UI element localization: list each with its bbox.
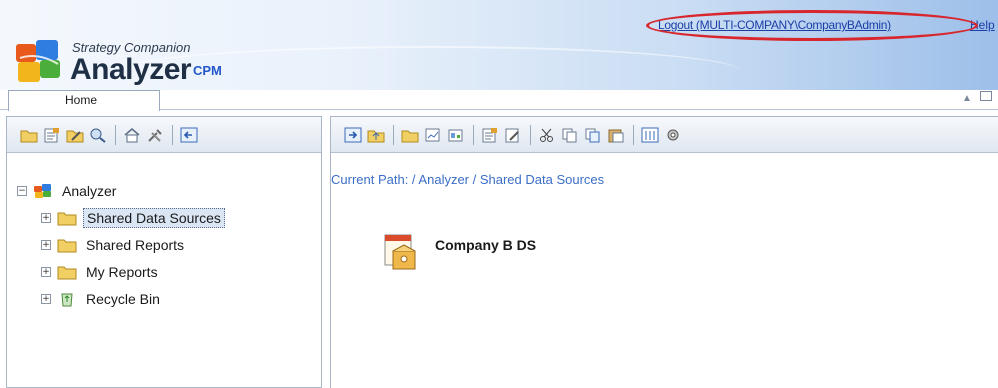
back-icon[interactable]	[179, 125, 199, 145]
folder-icon	[57, 239, 77, 252]
copy-to-icon[interactable]	[583, 125, 603, 145]
data-source-label: Company B DS	[435, 237, 537, 253]
restore-icon[interactable]	[980, 91, 992, 101]
tree-label: Recycle Bin	[86, 290, 160, 307]
tree-label: Analyzer	[62, 182, 117, 199]
tree-item-shared-reports[interactable]: + Shared Reports	[17, 231, 225, 258]
tab-home-label: Home	[65, 93, 98, 107]
tab-strip: Home	[0, 90, 998, 111]
tree-label: My Reports	[86, 263, 158, 280]
edit-icon[interactable]	[503, 125, 523, 145]
tree-root-analyzer[interactable]: − Analyzer	[17, 177, 225, 204]
tree-label: Shared Data Sources	[83, 207, 225, 228]
toolbar-separator	[172, 124, 173, 145]
tab-home[interactable]: Home	[8, 90, 160, 111]
toolbar-separator	[393, 124, 394, 145]
analyzer-icon	[34, 183, 51, 198]
tree-item-shared-data-sources[interactable]: + Shared Data Sources	[17, 204, 225, 231]
logout-highlight-annotation	[646, 10, 978, 41]
navigate-icon[interactable]	[343, 125, 363, 145]
current-path-breadcrumb: Current Path: / Analyzer / Shared Data S…	[331, 172, 605, 187]
navigation-panel: − Analyzer + Shared Data Sources + Share…	[6, 116, 322, 388]
tree-item-recycle-bin[interactable]: + Recycle Bin	[17, 285, 225, 312]
collapse-icon[interactable]: −	[17, 185, 27, 196]
expand-icon[interactable]: +	[41, 239, 51, 250]
content-toolbar	[331, 117, 998, 153]
edit-icon[interactable]	[65, 125, 85, 145]
content-panel: Current Path: / Analyzer / Shared Data S…	[330, 116, 998, 388]
copy-icon[interactable]	[560, 125, 580, 145]
app-header: Strategy Companion Analyzer CPM Logout (…	[0, 0, 998, 90]
new-folder-icon[interactable]	[19, 125, 39, 145]
new-folder-icon[interactable]	[400, 125, 420, 145]
new-report-icon[interactable]	[423, 125, 443, 145]
recycle-bin-icon	[61, 293, 73, 306]
properties-icon[interactable]	[42, 125, 62, 145]
home-icon[interactable]	[122, 125, 142, 145]
tree-item-my-reports[interactable]: + My Reports	[17, 258, 225, 285]
toolbar-separator	[633, 124, 634, 145]
settings-icon[interactable]	[663, 125, 683, 145]
cut-icon[interactable]	[537, 125, 557, 145]
analyzer-logo-icon	[16, 40, 60, 82]
new-ds-icon[interactable]	[446, 125, 466, 145]
tree-label: Shared Reports	[86, 236, 185, 253]
toolbar-separator	[115, 124, 116, 145]
navigation-toolbar	[7, 117, 321, 153]
properties-icon[interactable]	[480, 125, 500, 145]
folder-icon	[57, 212, 77, 225]
up-folder-icon[interactable]	[366, 125, 386, 145]
expand-icon[interactable]: +	[41, 266, 51, 277]
expand-icon[interactable]: +	[41, 293, 51, 304]
brand-product-suffix: CPM	[193, 63, 222, 78]
brand-product-name: Analyzer	[70, 53, 192, 86]
toolbar-separator	[530, 124, 531, 145]
folder-icon	[57, 266, 77, 279]
expand-icon[interactable]: +	[41, 212, 51, 223]
toolbar-separator	[473, 124, 474, 145]
pin-icon[interactable]: ▲	[962, 93, 972, 104]
data-source-icon	[384, 234, 416, 270]
view-icon[interactable]	[640, 125, 660, 145]
folder-tree: − Analyzer + Shared Data Sources + Share…	[17, 177, 225, 312]
paste-icon[interactable]	[606, 125, 626, 145]
data-source-item[interactable]: Company B DS	[381, 231, 536, 275]
tools-icon[interactable]	[145, 125, 165, 145]
find-icon[interactable]	[88, 125, 108, 145]
